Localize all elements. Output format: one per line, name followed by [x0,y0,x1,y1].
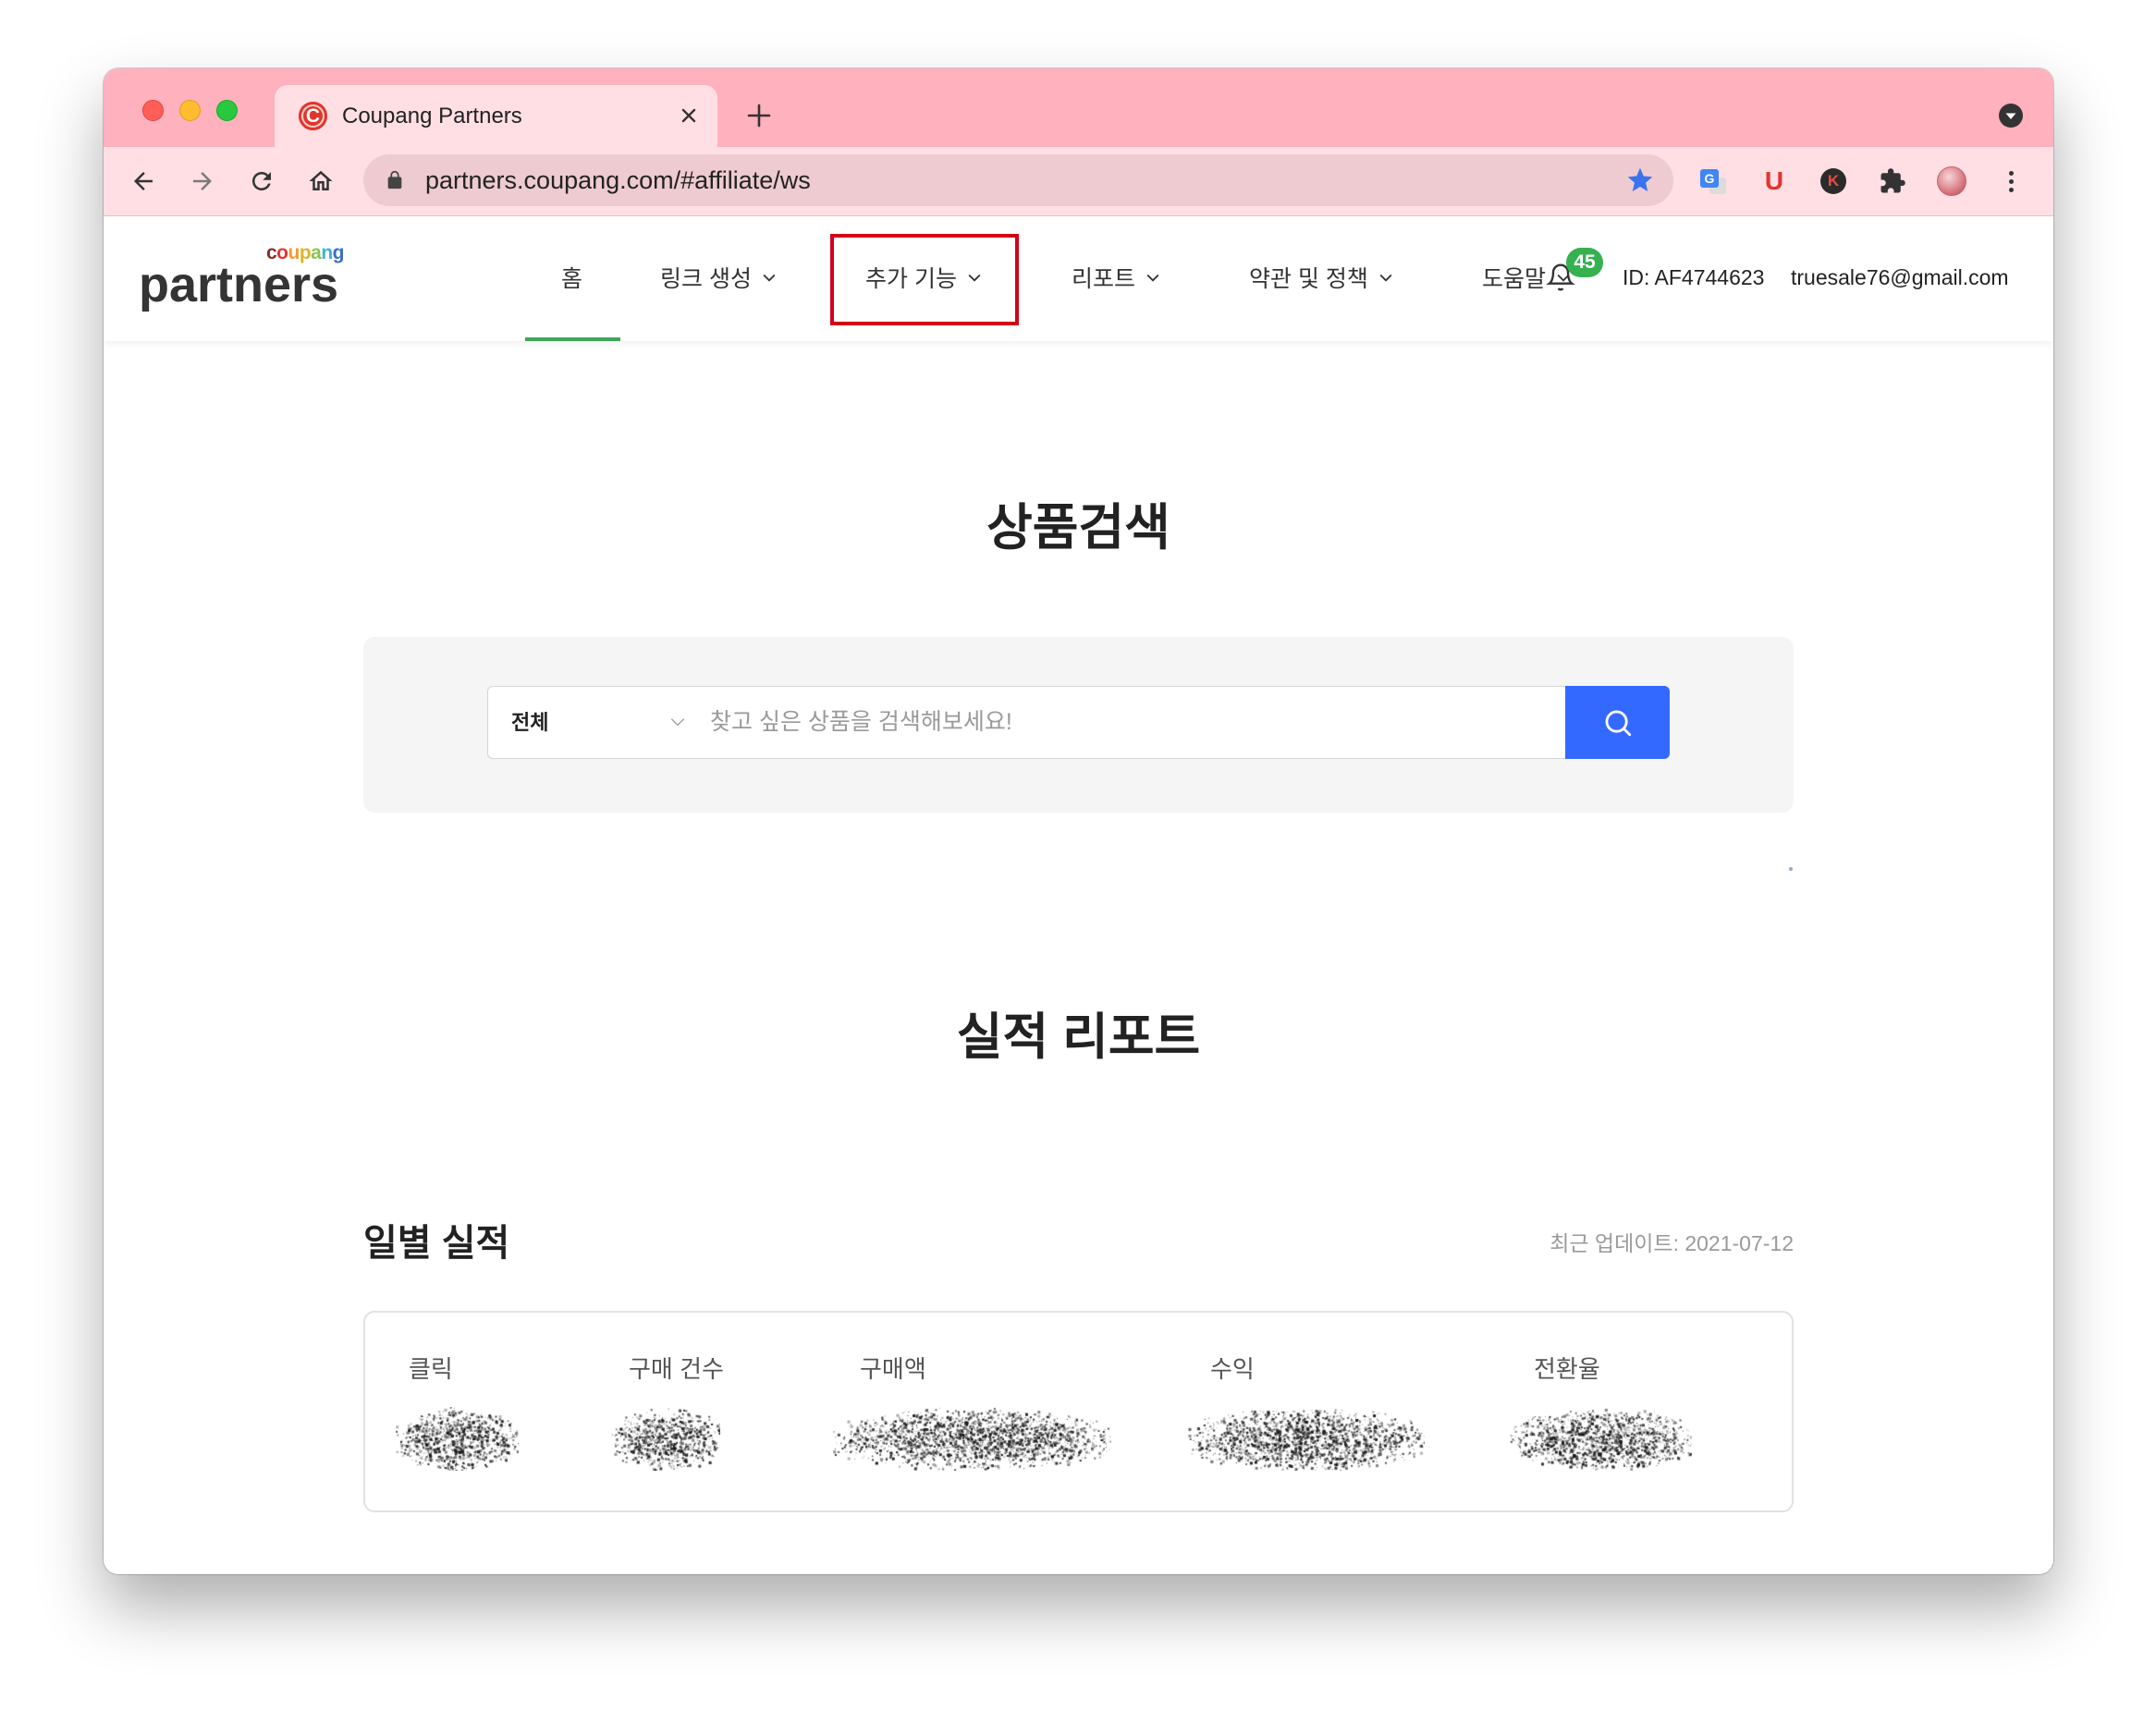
search-button[interactable] [1565,686,1670,759]
bookmark-star-icon[interactable] [1625,165,1655,195]
site-header: coupang partners 홈 링크 생성 추가 기능 리포트 약관 및 … [104,216,2053,341]
nav-report[interactable]: 리포트 [1072,261,1162,294]
metric-label-revenue: 수익 [1210,1355,1255,1383]
translate-front-square: G [1700,169,1719,188]
coupang-favicon-icon: C [299,102,327,130]
notification-count-badge[interactable]: 45 [1566,248,1603,277]
search-panel: 전체 [363,637,1794,813]
performance-report-title: 실적 리포트 [956,1009,1201,1065]
chevron-down-icon [763,274,776,282]
chevron-down-icon [1146,274,1159,282]
redacted-value-purchases [610,1407,720,1471]
logo-wordmark-bottom: partners [139,257,339,312]
tab-strip: C Coupang Partners [104,68,2053,147]
profile-avatar[interactable] [1936,165,1967,197]
k-extension-badge: K [1820,168,1846,194]
last-updated-text: 최근 업데이트: 2021-07-12 [1550,1231,1794,1255]
extensions-puzzle-icon[interactable] [1877,165,1908,197]
avatar-image [1937,166,1966,196]
close-window-button[interactable] [142,100,164,121]
nav-label: 링크 생성 [660,266,752,292]
maximize-window-button[interactable] [216,100,238,121]
redacted-value-revenue [1187,1407,1425,1471]
tab-search-icon[interactable] [1998,103,2024,128]
reload-icon[interactable] [246,165,277,197]
nav-label: 홈 [561,266,583,292]
metric-label-conversion-rate: 전환율 [1534,1355,1600,1383]
metric-label-purchases: 구매 건수 [629,1355,724,1383]
favicon-letter: C [305,105,321,127]
daily-stats-card: 클릭 구매 건수 구매액 수익 전환율 [363,1311,1794,1512]
tab-title: Coupang Partners [342,104,522,128]
lock-icon[interactable] [385,170,405,190]
k-extension-letter: K [1827,172,1840,190]
nav-home[interactable]: 홈 [561,261,582,294]
account-email[interactable]: truesale76@gmail.com [1791,263,2009,292]
new-tab-plus-icon[interactable] [745,102,773,129]
product-search-title: 상품검색 [986,500,1170,556]
account-id: ID: AF4744623 [1623,265,1765,289]
nav-label: 도움말 [1482,266,1547,292]
forward-arrow-icon[interactable] [187,165,218,197]
nav-link-generation[interactable]: 링크 생성 [660,261,778,294]
nav-label: 약관 및 정책 [1249,266,1368,292]
category-select[interactable]: 전체 [488,687,701,758]
menu-dots [2008,170,2014,192]
nav-terms-policies[interactable]: 약관 및 정책 [1249,261,1395,294]
google-translate-icon[interactable]: G [1697,165,1729,197]
metric-label-purchase-amount: 구매액 [860,1355,926,1383]
category-select-value: 전체 [511,711,549,734]
home-icon[interactable] [305,165,337,197]
web-page: coupang partners 홈 링크 생성 추가 기능 리포트 약관 및 … [104,216,2053,1574]
u-extension-letter: U [1764,166,1784,195]
close-tab-icon[interactable] [678,104,700,127]
minimize-window-button[interactable] [179,100,201,121]
translate-letter: G [1704,171,1715,186]
address-bar[interactable]: partners.coupang.com/#affiliate/ws [363,154,1673,206]
highlight-box [830,234,1019,325]
active-nav-underline [525,337,620,341]
metric-label-clicks: 클릭 [409,1355,453,1383]
daily-performance-title: 일별 실적 [363,1223,510,1264]
back-arrow-icon[interactable] [128,165,159,197]
browser-window: C Coupang Partners partners.coupang.com/… [104,68,2053,1574]
redacted-value-purchase-amount [833,1407,1111,1471]
browser-tab-active[interactable]: C Coupang Partners [275,85,717,147]
search-bar: 전체 [487,686,1670,759]
google-translate-glyph: G [1697,165,1729,197]
chrome-menu-icon[interactable] [1995,165,2027,197]
browser-toolbar: partners.coupang.com/#affiliate/ws G U K [104,147,2053,216]
u-extension-icon[interactable]: U [1758,165,1790,197]
coupang-partners-logo[interactable]: coupang partners [139,235,345,327]
redacted-value-clicks [396,1407,519,1471]
search-icon [1605,710,1631,736]
chevron-down-icon [670,718,685,727]
search-input[interactable] [710,687,1551,758]
decorative-dot [1789,867,1793,871]
chevron-down-icon [1379,274,1392,282]
address-url[interactable]: partners.coupang.com/#affiliate/ws [425,154,811,206]
nav-label: 리포트 [1072,266,1136,292]
k-extension-icon[interactable]: K [1818,165,1849,197]
redacted-value-conversion-rate [1510,1407,1692,1471]
